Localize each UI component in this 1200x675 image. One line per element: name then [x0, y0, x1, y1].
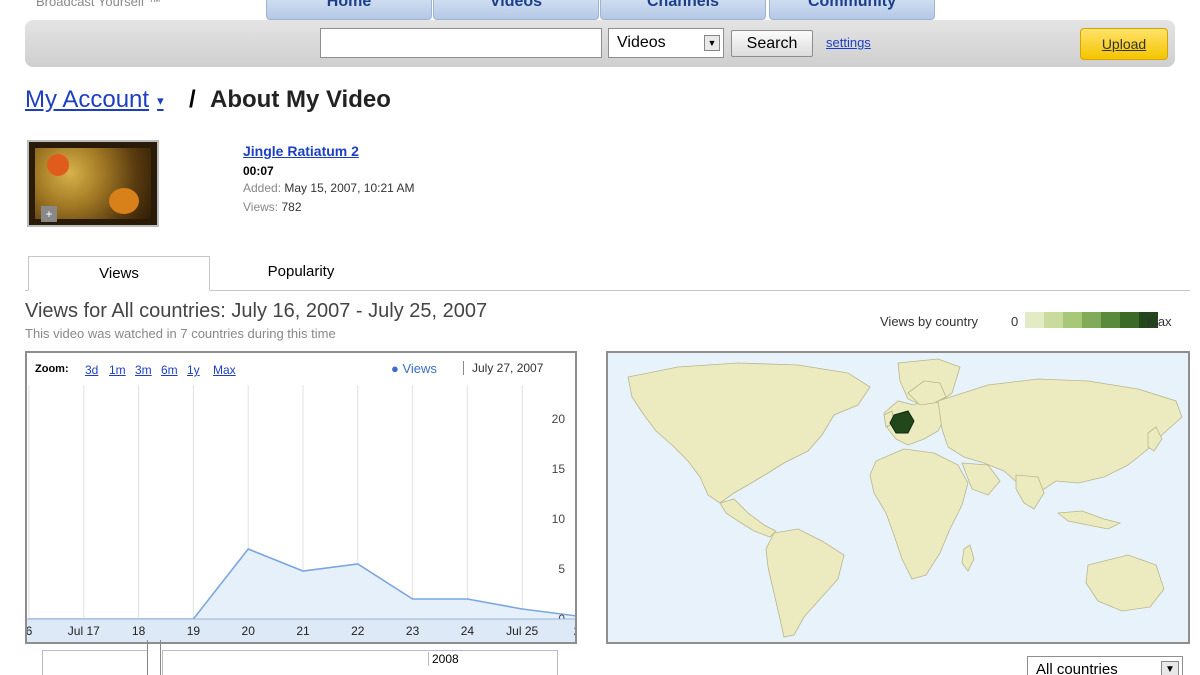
breadcrumb-my-account[interactable]: My Account ▾	[25, 86, 164, 114]
map-north-america	[627, 362, 871, 504]
zoom-3d[interactable]: 3d	[85, 363, 98, 377]
world-map[interactable]	[606, 351, 1190, 644]
views-heading: Views for All countries: July 16, 2007 -…	[25, 300, 488, 322]
views-chart-plot: 051015206Jul 1718192021222324Jul 252	[27, 385, 575, 642]
zoom-1m[interactable]: 1m	[109, 363, 126, 377]
x-tick-label-10: 2	[574, 624, 575, 638]
x-tick-label-8: 24	[461, 624, 475, 638]
page-title: About My Video	[210, 86, 391, 113]
video-views: Views: 782	[243, 200, 302, 214]
legend-swatch-0	[1025, 312, 1044, 328]
x-tick-label-5: 21	[296, 624, 310, 638]
x-tick-label-7: 23	[406, 624, 420, 638]
map-africa	[869, 448, 969, 580]
tab-views[interactable]: Views	[28, 256, 210, 291]
caret-down-icon[interactable]: ▾	[157, 93, 164, 108]
zoom-max[interactable]: Max	[213, 363, 236, 377]
tab-popularity[interactable]: Popularity	[215, 256, 387, 289]
views-series-area	[29, 549, 575, 619]
timeline-navigator-left[interactable]	[42, 650, 148, 675]
video-duration: 00:07	[243, 164, 274, 178]
map-south-america	[765, 528, 845, 638]
timeline-navigator-range[interactable]	[162, 650, 558, 675]
nav-tab-community[interactable]: Community	[769, 0, 935, 20]
views-subheading: This video was watched in 7 countries du…	[25, 326, 336, 341]
search-button[interactable]: Search	[731, 30, 813, 57]
map-central-america	[719, 498, 777, 538]
map-legend-max: Max	[1147, 314, 1172, 329]
zoom-3m[interactable]: 3m	[135, 363, 152, 377]
x-tick-label-0: 6	[27, 624, 33, 638]
map-legend-label: Views by country	[880, 314, 979, 329]
country-select[interactable]: All countries ▼	[1027, 656, 1183, 675]
plus-icon[interactable]: +	[41, 206, 57, 222]
site-tagline: Broadcast Yourself ™	[36, 0, 162, 9]
breadcrumb-separator: /	[189, 86, 196, 113]
search-input[interactable]	[320, 28, 602, 58]
map-arabia	[961, 462, 1001, 496]
thumbnail-image: +	[35, 148, 151, 222]
x-tick-label-9: Jul 25	[506, 624, 538, 638]
chart-toolbar: Zoom: 3d 1m 3m 6m 1y Max ● Views July 27…	[27, 353, 575, 385]
y-tick-label-4: 20	[552, 412, 566, 426]
video-added: Added: May 15, 2007, 10:21 AM	[243, 181, 415, 195]
legend-swatch-2	[1063, 312, 1082, 328]
legend-swatch-4	[1101, 312, 1120, 328]
map-madagascar	[961, 544, 975, 572]
map-legend-scale	[1025, 312, 1158, 328]
search-scope-select[interactable]: Videos ▼	[608, 28, 724, 58]
x-tick-label-4: 20	[242, 624, 256, 638]
x-tick-label-3: 19	[187, 624, 201, 638]
x-tick-label-2: 18	[132, 624, 146, 638]
y-tick-label-2: 10	[552, 512, 566, 526]
y-tick-label-3: 15	[552, 462, 566, 476]
nav-tab-home[interactable]: Home	[266, 0, 432, 20]
legend-swatch-5	[1120, 312, 1139, 328]
dropdown-arrow-icon[interactable]: ▼	[704, 35, 720, 51]
chart-series-label: ● Views	[391, 361, 437, 376]
x-tick-label-1: Jul 17	[68, 624, 100, 638]
map-legend-min: 0	[1011, 314, 1019, 329]
legend-swatch-3	[1082, 312, 1101, 328]
legend-swatch-1	[1044, 312, 1063, 328]
my-account-label: My Account	[25, 86, 150, 113]
zoom-label: Zoom:	[35, 363, 69, 375]
map-australia	[1085, 554, 1165, 612]
nav-tab-channels[interactable]: Channels	[600, 0, 766, 20]
dropdown-arrow-icon[interactable]: ▼	[1161, 661, 1179, 675]
settings-link[interactable]: settings	[826, 35, 871, 50]
zoom-6m[interactable]: 6m	[161, 363, 178, 377]
nav-tab-videos[interactable]: Videos	[433, 0, 599, 20]
x-tick-label-6: 22	[351, 624, 365, 638]
video-thumbnail[interactable]: +	[27, 140, 159, 227]
country-select-value: All countries	[1036, 661, 1118, 675]
map-indonesia	[1056, 510, 1122, 530]
upload-button[interactable]: Upload	[1080, 28, 1168, 60]
chart-date-label: July 27, 2007	[463, 361, 543, 375]
timeline-year-label: 2008	[428, 652, 459, 666]
timeline-drag-handle[interactable]	[147, 640, 161, 675]
zoom-1y[interactable]: 1y	[187, 363, 200, 377]
y-tick-label-1: 5	[558, 562, 565, 576]
video-title-link[interactable]: Jingle Ratiatum 2	[243, 143, 359, 159]
search-scope-value: Videos	[617, 34, 666, 51]
world-map-svg	[627, 358, 1183, 638]
views-chart[interactable]: Zoom: 3d 1m 3m 6m 1y Max ● Views July 27…	[25, 351, 577, 644]
